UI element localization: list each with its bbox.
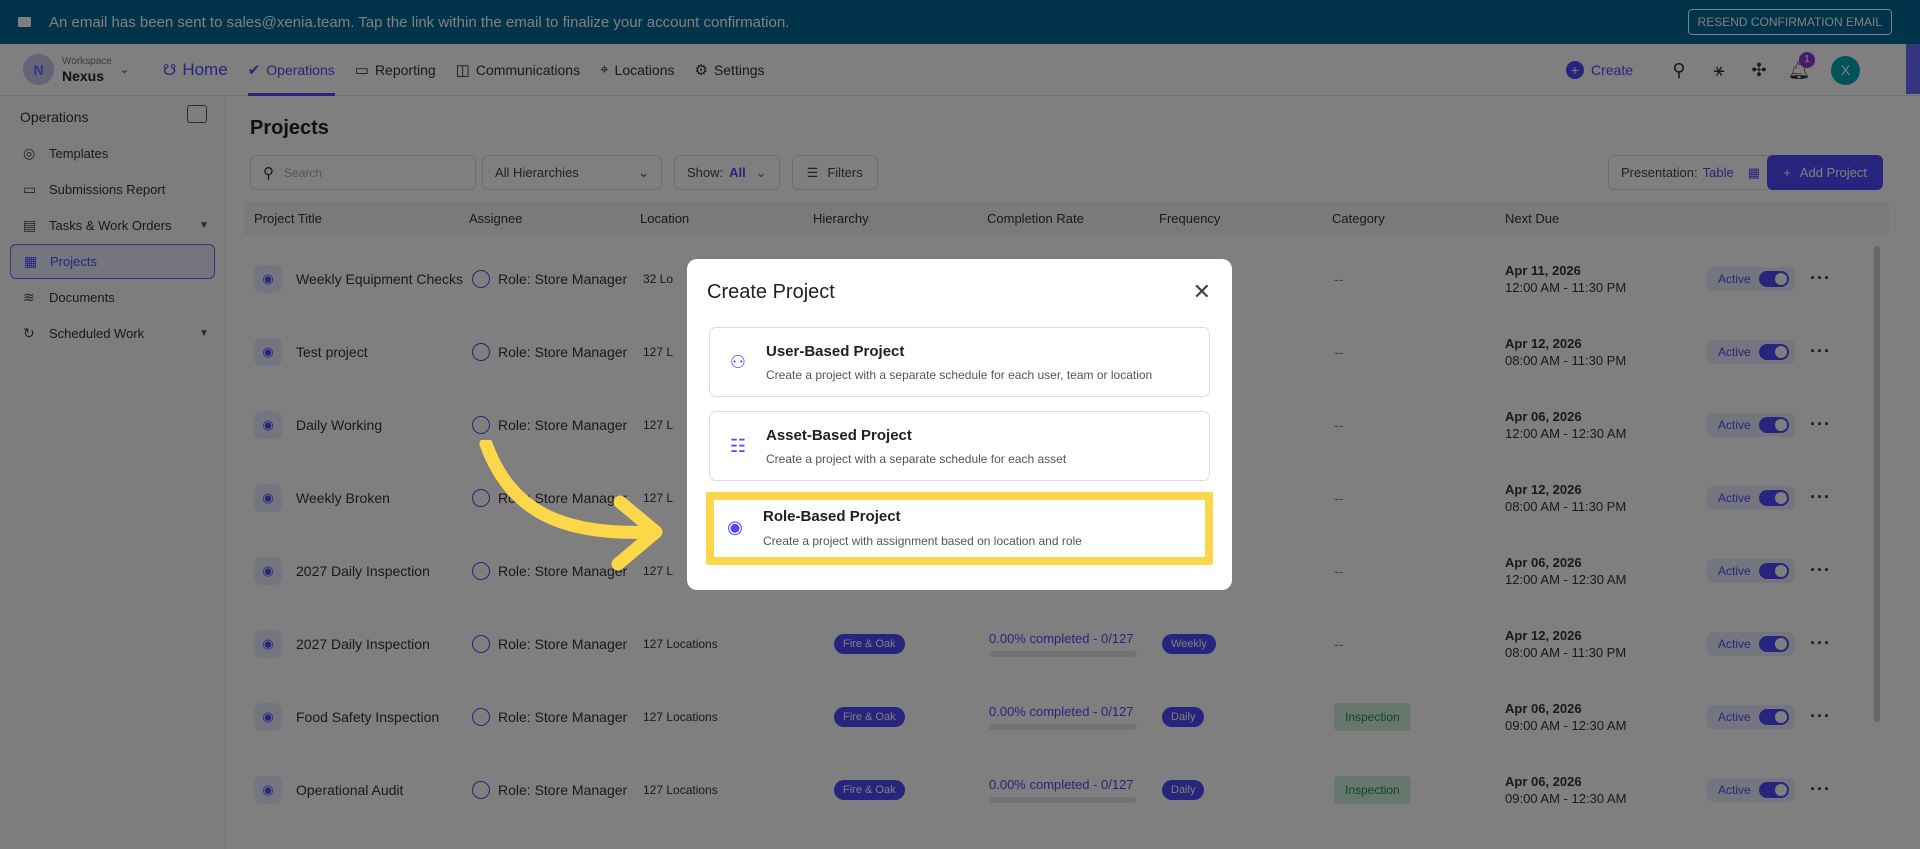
- modal-title: Create Project: [707, 281, 835, 303]
- option-title: Asset-Based Project: [766, 427, 912, 444]
- option-description: Create a project with a separate schedul…: [766, 368, 1153, 382]
- create-project-modal: Create Project ✕ ⚇ User-Based Project Cr…: [687, 259, 1232, 590]
- close-icon[interactable]: ✕: [1193, 279, 1211, 305]
- user-based-project-option[interactable]: ⚇ User-Based Project Create a project wi…: [709, 327, 1210, 397]
- option-title: User-Based Project: [766, 343, 905, 360]
- users-icon: ⚇: [729, 351, 747, 372]
- role-icon: ◉: [727, 516, 743, 537]
- asset-icon: ☷: [729, 435, 747, 456]
- role-based-project-option[interactable]: ◉ Role-Based Project Create a project wi…: [706, 492, 1213, 565]
- asset-based-project-option[interactable]: ☷ Asset-Based Project Create a project w…: [709, 411, 1210, 481]
- option-description: Create a project with a separate schedul…: [766, 452, 1067, 466]
- pointer-arrow-icon: [479, 440, 663, 571]
- option-title: Role-Based Project: [763, 508, 901, 525]
- option-description: Create a project with assignment based o…: [763, 534, 1082, 548]
